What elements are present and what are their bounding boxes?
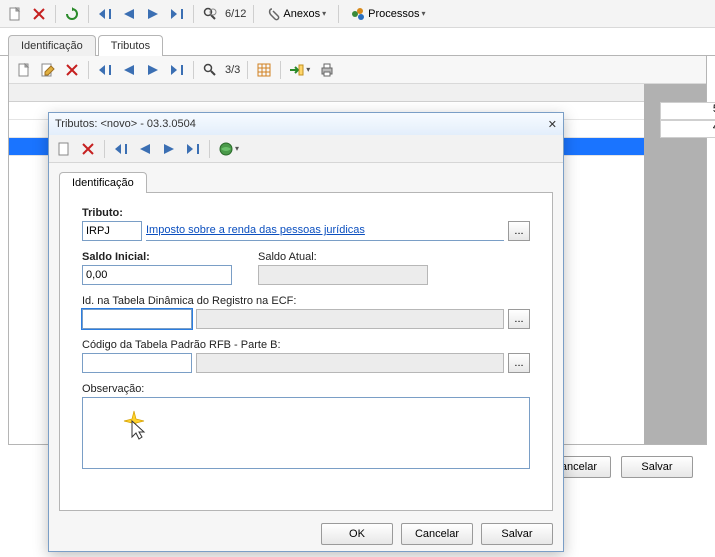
search-icon[interactable] xyxy=(199,59,221,81)
dialog-tab-identificacao[interactable]: Identificação xyxy=(59,172,147,193)
saldo-inicial-label: Saldo Inicial: xyxy=(82,251,232,263)
id-tabela-browse-button[interactable]: ... xyxy=(508,309,530,329)
separator xyxy=(247,61,248,79)
refresh-icon[interactable] xyxy=(61,3,83,25)
separator xyxy=(338,5,339,23)
new-icon[interactable] xyxy=(53,138,75,160)
chevron-down-icon: ▾ xyxy=(322,9,326,18)
world-icon[interactable]: ▾ xyxy=(215,138,243,160)
chevron-down-icon: ▾ xyxy=(306,65,310,74)
next-icon[interactable] xyxy=(142,59,164,81)
prev-icon[interactable] xyxy=(134,138,156,160)
tributo-label: Tributo: xyxy=(82,207,530,219)
dialog-toolbar: ▾ xyxy=(49,135,563,163)
processos-label: Processos xyxy=(368,8,419,20)
last-icon[interactable] xyxy=(182,138,204,160)
delete-icon[interactable] xyxy=(61,59,83,81)
save-button[interactable]: Salvar xyxy=(621,456,693,478)
search-icon[interactable] xyxy=(199,3,221,25)
saldo-atual-label: Saldo Atual: xyxy=(258,251,428,263)
tributo-browse-button[interactable]: ... xyxy=(508,221,530,241)
chevron-down-icon: ▾ xyxy=(235,144,239,153)
separator xyxy=(280,61,281,79)
id-tabela-label: Id. na Tabela Dinâmica do Registro na EC… xyxy=(82,295,530,307)
grid-side-cell: 5 xyxy=(660,102,715,120)
cancel-button[interactable]: Cancelar xyxy=(401,523,473,545)
app-toolbar: 6/12 Anexos ▾ Processos ▾ xyxy=(0,0,715,28)
separator xyxy=(209,140,210,158)
main-tabstrip: Identificação Tributos xyxy=(0,28,715,56)
first-icon[interactable] xyxy=(94,59,116,81)
record-counter: 6/12 xyxy=(223,8,248,20)
grid-spacer: 5 4 xyxy=(644,84,706,444)
close-icon[interactable]: ✕ xyxy=(548,118,557,131)
codigo-rfb-browse-button[interactable]: ... xyxy=(508,353,530,373)
new-icon[interactable] xyxy=(4,3,26,25)
codigo-rfb-desc xyxy=(196,353,504,373)
grid-side-cell: 4 xyxy=(660,120,715,138)
first-icon[interactable] xyxy=(110,138,132,160)
new-icon[interactable] xyxy=(13,59,35,81)
grid-header xyxy=(9,84,644,102)
codigo-rfb-input[interactable] xyxy=(82,353,192,373)
dialog-tabstrip: Identificação xyxy=(49,163,563,192)
tab-tributos[interactable]: Tributos xyxy=(98,35,163,56)
chevron-down-icon: ▾ xyxy=(422,9,426,18)
next-icon[interactable] xyxy=(142,3,164,25)
anexos-menu[interactable]: Anexos ▾ xyxy=(259,3,333,25)
export-icon[interactable]: ▾ xyxy=(286,59,314,81)
sub-toolbar: 3/3 ▾ xyxy=(9,56,706,84)
processos-menu[interactable]: Processos ▾ xyxy=(344,3,432,25)
saldo-atual-display xyxy=(258,265,428,285)
last-icon[interactable] xyxy=(166,3,188,25)
dialog-footer: OK Cancelar Salvar xyxy=(49,517,563,551)
separator xyxy=(88,61,89,79)
prev-icon[interactable] xyxy=(118,3,140,25)
separator xyxy=(55,5,56,23)
delete-icon[interactable] xyxy=(77,138,99,160)
ok-button[interactable]: OK xyxy=(321,523,393,545)
next-icon[interactable] xyxy=(158,138,180,160)
separator xyxy=(193,61,194,79)
last-icon[interactable] xyxy=(166,59,188,81)
tab-identificacao[interactable]: Identificação xyxy=(8,35,96,56)
print-icon[interactable] xyxy=(316,59,338,81)
dialog-titlebar[interactable]: Tributos: <novo> - 03.3.0504 ✕ xyxy=(49,113,563,135)
separator xyxy=(88,5,89,23)
save-button[interactable]: Salvar xyxy=(481,523,553,545)
anexos-label: Anexos xyxy=(283,8,320,20)
delete-icon[interactable] xyxy=(28,3,50,25)
id-tabela-input[interactable] xyxy=(82,309,192,329)
grid-icon[interactable] xyxy=(253,59,275,81)
separator xyxy=(104,140,105,158)
codigo-rfb-label: Código da Tabela Padrão RFB - Parte B: xyxy=(82,339,530,351)
tributo-code-input[interactable] xyxy=(82,221,142,241)
prev-icon[interactable] xyxy=(118,59,140,81)
dialog-title: Tributos: <novo> - 03.3.0504 xyxy=(55,118,196,130)
record-counter-sub: 3/3 xyxy=(223,64,242,76)
edit-icon[interactable] xyxy=(37,59,59,81)
saldo-inicial-input[interactable] xyxy=(82,265,232,285)
dialog-panel: Tributo: Imposto sobre a renda das pesso… xyxy=(59,192,553,511)
separator xyxy=(253,5,254,23)
id-tabela-desc xyxy=(196,309,504,329)
observacao-label: Observação: xyxy=(82,383,530,395)
tributos-dialog: Tributos: <novo> - 03.3.0504 ✕ ▾ Identif… xyxy=(48,112,564,552)
separator xyxy=(193,5,194,23)
tributo-desc-link[interactable]: Imposto sobre a renda das pessoas jurídi… xyxy=(146,221,504,241)
observacao-textarea[interactable] xyxy=(82,397,530,469)
first-icon[interactable] xyxy=(94,3,116,25)
